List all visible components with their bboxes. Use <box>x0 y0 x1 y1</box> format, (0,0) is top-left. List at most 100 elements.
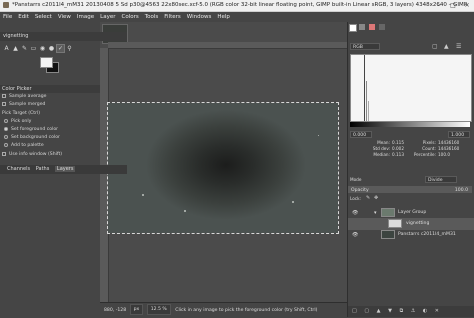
raise-layer-icon[interactable]: ▲ <box>377 308 381 314</box>
menu-tools[interactable]: Tools <box>142 12 162 22</box>
pattern-swatch-icon[interactable] <box>359 24 365 30</box>
sample-average-checkbox[interactable] <box>2 93 6 98</box>
zoom-tool-icon[interactable]: ⚲ <box>66 45 73 52</box>
sample-merged-label: Sample merged <box>9 102 46 107</box>
set-background-label: Set background color <box>11 135 60 140</box>
unit-select[interactable]: px <box>129 304 144 315</box>
close-icon[interactable]: ✕ <box>460 0 474 11</box>
menu-select[interactable]: Select <box>32 12 55 22</box>
layer-thumbnail <box>381 230 395 239</box>
set-foreground-label: Set foreground color <box>11 127 59 132</box>
opacity-label: Opacity <box>351 188 369 193</box>
sample-merged-option[interactable]: Sample merged <box>2 101 45 108</box>
histogram-header: vignetting <box>0 32 127 41</box>
layer-thumbnail <box>388 219 402 228</box>
histogram-peak <box>364 55 365 121</box>
layer-row[interactable]: 👁 Panstarrs c2011l4_mM31 <box>348 229 474 241</box>
mask-icon[interactable]: ◐ <box>423 308 427 314</box>
visibility-eye-icon[interactable]: 👁 <box>352 233 358 238</box>
opacity-slider[interactable]: Opacity 100.0 <box>348 186 472 193</box>
tab-paths[interactable]: Paths <box>36 166 50 172</box>
sample-average-option[interactable]: Sample average <box>2 93 47 100</box>
set-background-radio[interactable] <box>4 134 8 139</box>
stat-median-value: 0.113 <box>392 152 404 157</box>
tab-channels[interactable]: Channels <box>7 166 30 172</box>
brush-swatch-icon[interactable] <box>349 24 357 32</box>
maximize-icon[interactable]: □ <box>446 0 460 11</box>
mode-label: Mode <box>350 177 362 182</box>
histogram-graph[interactable] <box>350 54 472 122</box>
menu-bar: File Edit Select View Image Layer Colors Tools F… <box>0 12 474 22</box>
bucket-fill-icon[interactable]: ▲ <box>12 45 19 52</box>
smudge-icon[interactable]: ● <box>48 45 55 52</box>
use-info-window-label: Use info window (Shift) <box>9 152 63 157</box>
tab-layers[interactable]: Layers <box>54 166 76 172</box>
linear-histogram-icon[interactable]: ▢ <box>432 43 438 50</box>
set-background-option[interactable]: Set background color <box>4 134 60 141</box>
gradient-swatch-icon[interactable] <box>369 24 375 30</box>
menu-image[interactable]: Image <box>74 12 97 22</box>
menu-filters[interactable]: Filters <box>161 12 184 22</box>
set-foreground-option[interactable]: Set foreground color <box>4 126 58 133</box>
set-foreground-radio[interactable] <box>4 126 8 131</box>
menu-windows[interactable]: Windows <box>184 12 215 22</box>
paintbrush-icon[interactable]: ✎ <box>21 45 28 52</box>
menu-colors[interactable]: Colors <box>118 12 141 22</box>
pick-only-option[interactable]: Pick only <box>4 118 31 125</box>
status-bar: 880, -128 px 12.5 % Click in any image t… <box>100 302 347 318</box>
menu-view[interactable]: View <box>55 12 74 22</box>
title-bar: *Panstarrs c2011l4_mM31 20130408 5 Sd p3… <box>0 0 474 12</box>
star-dot <box>318 135 319 136</box>
stat-median-label: Median: <box>373 152 390 157</box>
lock-position-icon[interactable]: ✥ <box>374 195 378 201</box>
histogram-bar <box>368 101 369 121</box>
add-to-palette-option[interactable]: Add to palette <box>4 142 44 149</box>
range-max-input[interactable]: 1.000 <box>448 131 470 138</box>
text-tool-icon[interactable]: A <box>3 45 10 52</box>
menu-layer[interactable]: Layer <box>97 12 118 22</box>
add-to-palette-radio[interactable] <box>4 142 8 147</box>
tool-options-title: Color Picker <box>2 86 32 92</box>
zoom-select[interactable]: 12.5 % <box>146 304 171 315</box>
visibility-eye-icon[interactable]: 👁 <box>352 211 358 216</box>
range-min-input[interactable]: 0.000 <box>350 131 372 138</box>
image-canvas[interactable] <box>107 102 339 234</box>
star-dot <box>142 194 144 196</box>
histogram-menu-icon[interactable]: ☰ <box>456 43 461 50</box>
font-swatch-icon[interactable] <box>379 24 385 30</box>
new-group-icon[interactable]: ▢ <box>364 308 369 314</box>
minimize-icon[interactable]: – <box>432 0 446 11</box>
log-histogram-icon[interactable]: ▲ <box>444 43 449 50</box>
pick-only-radio[interactable] <box>4 118 8 123</box>
mode-select[interactable]: Divide <box>425 176 457 183</box>
color-picker-icon[interactable]: ✓ <box>56 44 65 53</box>
gimp-app-icon <box>3 1 9 8</box>
use-info-window-checkbox[interactable] <box>2 151 6 156</box>
status-message: Click in any image to pick the foregroun… <box>175 308 318 313</box>
histogram-channel-select[interactable]: RGB <box>350 43 380 50</box>
sample-merged-checkbox[interactable] <box>2 101 6 106</box>
lock-pixels-icon[interactable]: ✎ <box>366 195 370 201</box>
histogram-range-bar[interactable] <box>350 122 470 127</box>
lower-layer-icon[interactable]: ▼ <box>388 308 392 314</box>
duplicate-layer-icon[interactable]: ⧉ <box>400 308 404 314</box>
star-dot <box>184 210 186 212</box>
sample-average-label: Sample average <box>9 94 47 99</box>
opacity-value: 100.0 <box>454 188 468 193</box>
layers-button-bar: □ ▢ ▲ ▼ ⧉ ⚓ ◐ ✕ <box>348 306 474 317</box>
menu-file[interactable]: File <box>0 12 15 22</box>
pick-only-label: Pick only <box>11 119 32 124</box>
use-info-window-option[interactable]: Use info window (Shift) <box>2 151 62 158</box>
horizontal-ruler[interactable] <box>108 42 347 49</box>
star-dot <box>292 201 294 203</box>
menu-help[interactable]: Help <box>214 12 233 22</box>
histogram-bar <box>366 81 367 121</box>
eraser-icon[interactable]: ▭ <box>30 45 37 52</box>
clone-icon[interactable]: ◉ <box>39 45 46 52</box>
anchor-icon[interactable]: ⚓ <box>411 308 415 314</box>
foreground-color-front <box>40 57 53 68</box>
menu-edit[interactable]: Edit <box>15 12 32 22</box>
new-layer-icon[interactable]: □ <box>352 308 357 314</box>
pointer-coords: 880, -128 <box>104 308 127 313</box>
delete-layer-icon[interactable]: ✕ <box>435 308 439 314</box>
